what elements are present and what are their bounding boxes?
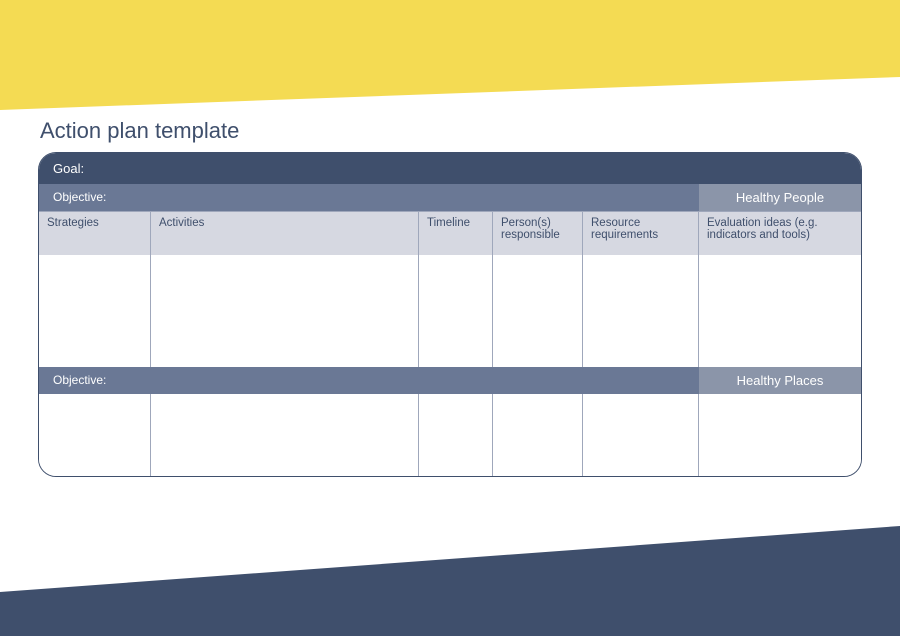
cell-persons[interactable]	[493, 255, 583, 367]
cell-resource[interactable]	[583, 394, 699, 476]
table-row	[39, 394, 861, 476]
bottom-banner	[0, 526, 900, 636]
table-row	[39, 255, 861, 367]
action-plan-card: Goal: Objective: Healthy People Strategi…	[38, 152, 862, 477]
col-strategies: Strategies	[39, 212, 151, 255]
objective-tag: Healthy Places	[699, 367, 861, 394]
objective-row: Objective: Healthy Places	[39, 367, 861, 394]
col-evaluation: Evaluation ideas (e.g. indicators and to…	[699, 212, 861, 255]
cell-persons[interactable]	[493, 394, 583, 476]
goal-row: Goal:	[39, 153, 861, 184]
cell-strategies[interactable]	[39, 394, 151, 476]
objective-label: Objective:	[39, 184, 699, 211]
cell-evaluation[interactable]	[699, 394, 861, 476]
objective-row: Objective: Healthy People	[39, 184, 861, 211]
column-header-row: Strategies Activities Timeline Person(s)…	[39, 211, 861, 255]
objective-tag: Healthy People	[699, 184, 861, 211]
objective-label: Objective:	[39, 367, 699, 394]
col-persons: Person(s) responsible	[493, 212, 583, 255]
top-banner	[0, 0, 900, 110]
cell-timeline[interactable]	[419, 255, 493, 367]
page-title: Action plan template	[40, 118, 239, 144]
cell-activities[interactable]	[151, 394, 419, 476]
cell-activities[interactable]	[151, 255, 419, 367]
cell-evaluation[interactable]	[699, 255, 861, 367]
col-timeline: Timeline	[419, 212, 493, 255]
col-resource: Resource requirements	[583, 212, 699, 255]
cell-resource[interactable]	[583, 255, 699, 367]
cell-timeline[interactable]	[419, 394, 493, 476]
col-activities: Activities	[151, 212, 419, 255]
cell-strategies[interactable]	[39, 255, 151, 367]
